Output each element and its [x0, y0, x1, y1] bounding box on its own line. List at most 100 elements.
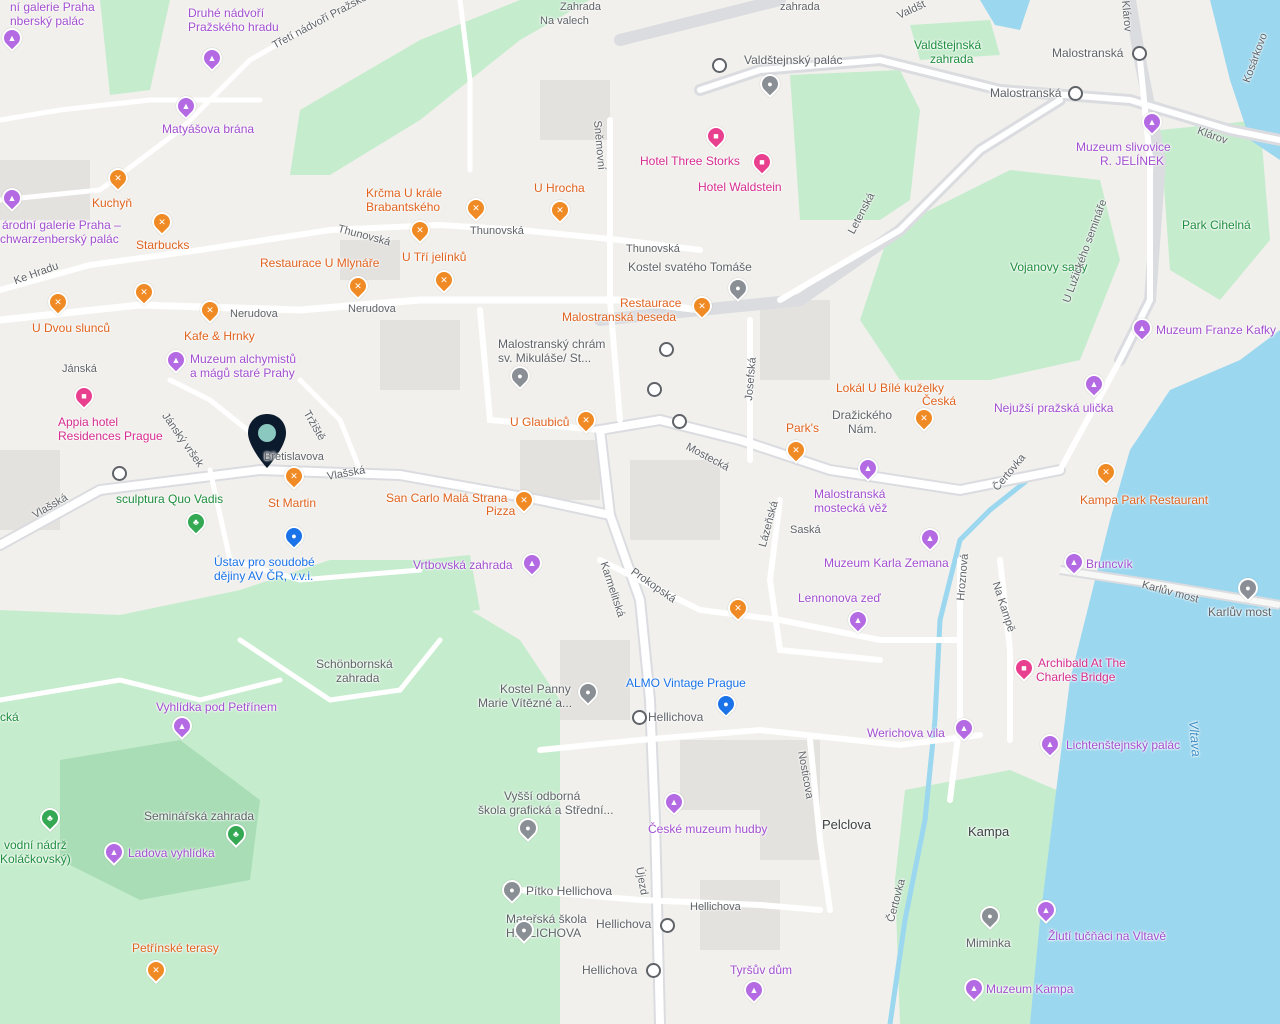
map-label[interactable]: Nerudova	[348, 302, 396, 316]
map-label[interactable]: Pizza	[486, 504, 515, 518]
map-label[interactable]: San Carlo Malá Strana	[386, 491, 507, 505]
map-label[interactable]: Hellichova	[648, 710, 703, 724]
map-label[interactable]: Malostranská beseda	[562, 310, 676, 324]
map-label[interactable]: Koláčkovský)	[0, 852, 71, 866]
map-label[interactable]: Hotel Three Storks	[640, 154, 740, 168]
map-label[interactable]: Klárov	[1118, 0, 1135, 32]
map-label[interactable]: Matyášova brána	[162, 122, 254, 136]
map-label[interactable]: Kuchyň	[92, 196, 132, 210]
map-label[interactable]: zahrada	[930, 52, 973, 66]
map-label[interactable]: sculptura Quo Vadis	[116, 492, 223, 506]
map-label[interactable]: St Martin	[268, 496, 316, 510]
map-label[interactable]: ní galerie Praha	[10, 0, 95, 14]
map-label[interactable]: Valdštejnská	[914, 38, 981, 52]
map-label[interactable]: Muzeum Franze Kafky	[1156, 323, 1276, 337]
map-label[interactable]: Park Cihelná	[1182, 218, 1251, 232]
map-label[interactable]: Česká	[922, 394, 956, 408]
map-label[interactable]: Thunovská	[470, 224, 524, 238]
map-label[interactable]: Lichtenštejnský palác	[1066, 738, 1180, 752]
map-label[interactable]: Restaurace U Mlynáře	[260, 256, 379, 270]
transit-stop-icon[interactable]	[646, 963, 661, 978]
map-label[interactable]: Nejužší pražská ulička	[994, 401, 1113, 415]
map-label[interactable]: Kafe & Hrnky	[184, 329, 255, 343]
map-label[interactable]: dějiny AV ČR, v.v.i.	[214, 569, 313, 583]
transit-stop-icon[interactable]	[712, 58, 727, 73]
map-label[interactable]: Karlův most	[1208, 605, 1271, 619]
map-label[interactable]: árodní galerie Praha –	[2, 218, 121, 232]
map-label[interactable]: Bruncvík	[1086, 557, 1133, 571]
map-label[interactable]: chwarzenberský palác	[0, 232, 119, 246]
map-label[interactable]: Brabantského	[366, 200, 440, 214]
map-label[interactable]: Nerudova	[230, 307, 278, 321]
map-label[interactable]: Saská	[790, 523, 821, 537]
map-label[interactable]: Lokál U Bílé kuželky	[836, 381, 944, 395]
transit-stop-icon[interactable]	[1068, 86, 1083, 101]
transit-stop-icon[interactable]	[647, 382, 662, 397]
map-label[interactable]: Charles Bridge	[1036, 670, 1115, 684]
map-label[interactable]: Hellichova	[690, 900, 741, 914]
map-label[interactable]: Schönbornská	[316, 657, 393, 671]
transit-stop-icon[interactable]	[672, 414, 687, 429]
map-label[interactable]: a mágů staré Prahy	[190, 366, 295, 380]
map-label[interactable]: České muzeum hudby	[648, 822, 767, 836]
transit-stop-icon[interactable]	[660, 918, 675, 933]
map-label[interactable]: Kampa Park Restaurant	[1080, 493, 1208, 507]
map-label[interactable]: Restaurace	[620, 296, 681, 310]
map-label[interactable]: Hotel Waldstein	[698, 180, 782, 194]
map-label[interactable]: Krčma U krále	[366, 186, 442, 200]
map-label[interactable]: Muzeum Kampa	[986, 982, 1073, 996]
map-label[interactable]: sv. Mikuláše/ St...	[498, 351, 591, 365]
map-label[interactable]: Ústav pro soudobé	[214, 555, 315, 569]
map-label[interactable]: Archibald At The	[1038, 656, 1126, 670]
map-label[interactable]: Druhé nádvoří	[188, 6, 264, 20]
map-label[interactable]: Vyšší odborná	[504, 789, 580, 803]
map-label[interactable]: Vyhlídka pod Petřínem	[156, 700, 277, 714]
map-label[interactable]: Valdštejnský palác	[744, 53, 843, 67]
map-label[interactable]: nberský palác	[10, 14, 84, 28]
map-label[interactable]: Marie Vítězné a...	[478, 696, 572, 710]
map-label[interactable]: Seminářská zahrada	[144, 809, 254, 823]
map-label[interactable]: cká	[0, 710, 19, 724]
map-label[interactable]: Muzeum Karla Zemana	[824, 556, 949, 570]
map-label[interactable]: Na valech	[540, 14, 589, 28]
transit-stop-icon[interactable]	[1132, 46, 1147, 61]
transit-stop-icon[interactable]	[659, 342, 674, 357]
map-label[interactable]: Muzeum alchymistů	[190, 352, 296, 366]
map-label[interactable]: Jánská	[62, 362, 97, 376]
map-label[interactable]: Petřínské terasy	[132, 941, 219, 955]
map-label[interactable]: U Tří jelínků	[402, 250, 466, 264]
map-label[interactable]: Park's	[786, 421, 819, 435]
map-label[interactable]: Miminka	[966, 936, 1011, 950]
map-label[interactable]: škola grafická a Střední...	[478, 803, 613, 817]
map-label[interactable]: zahrada	[336, 671, 379, 685]
map-label[interactable]: Pítko Hellichova	[526, 884, 612, 898]
map-label[interactable]: Hellichova	[596, 917, 651, 931]
map-label[interactable]: U Dvou slunců	[32, 321, 110, 335]
map-label[interactable]: Pelclova	[822, 818, 871, 832]
map-label[interactable]: Žlutí tučňáci na Vltavě	[1048, 929, 1166, 943]
map-label[interactable]: Kampa	[968, 825, 1009, 839]
map-label[interactable]: Thunovská	[626, 242, 680, 256]
map-label[interactable]: Malostranská	[990, 86, 1061, 100]
map-label[interactable]: Kostel Panny	[500, 682, 571, 696]
map-label[interactable]: Vltava	[1186, 720, 1204, 757]
map-label[interactable]: Lennonova zeď	[798, 591, 881, 605]
map-label[interactable]: vodní nádrž	[4, 838, 67, 852]
map-label[interactable]: Kostel svatého Tomáše	[628, 260, 752, 274]
map-label[interactable]: Zahrada	[560, 0, 601, 14]
map-label[interactable]: Residences Prague	[58, 429, 163, 443]
map-label[interactable]: ALMO Vintage Prague	[626, 676, 746, 690]
map-label[interactable]: Hellichova	[582, 963, 637, 977]
map-label[interactable]: Ladova vyhlídka	[128, 846, 215, 860]
map-label[interactable]: Malostranská	[814, 487, 885, 501]
map-label[interactable]: Nám.	[848, 422, 877, 436]
map-label[interactable]: Starbucks	[136, 238, 189, 252]
map-label[interactable]: Vrtbovská zahrada	[413, 558, 513, 572]
transit-stop-icon[interactable]	[632, 710, 647, 725]
map-label[interactable]: Pražského hradu	[188, 20, 279, 34]
map-label[interactable]: Malostranská	[1052, 46, 1123, 60]
map-label[interactable]: mostecká věž	[814, 501, 887, 515]
map-label[interactable]: Muzeum slivovice	[1076, 140, 1171, 154]
map-label[interactable]: Werichova vila	[867, 726, 945, 740]
map-label[interactable]: Břetislavova	[264, 450, 324, 464]
